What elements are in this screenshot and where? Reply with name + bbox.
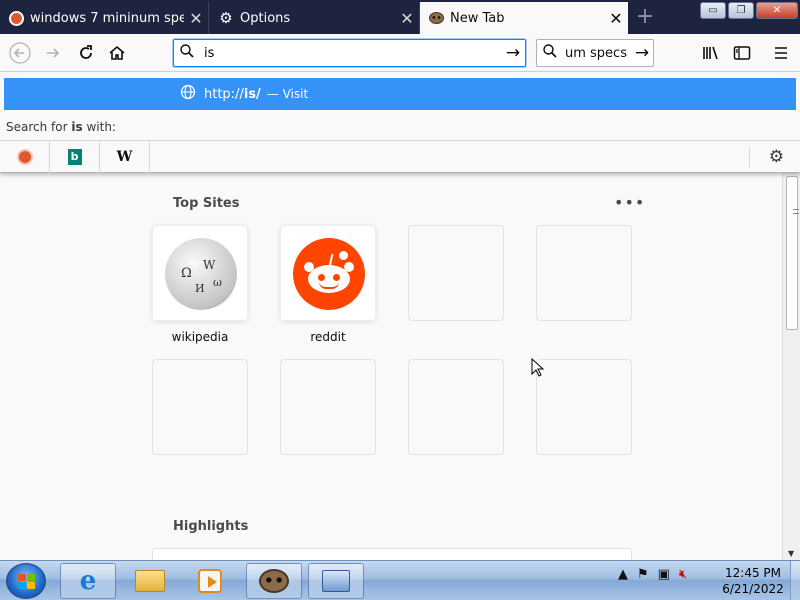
bing-engine-button[interactable]: b — [50, 141, 100, 173]
minimize-button[interactable]: ▭ — [700, 2, 726, 19]
raccoon-icon — [259, 569, 289, 593]
windows-logo-icon — [18, 574, 36, 590]
tab-windows-specs[interactable]: windows 7 mininum specs a ✕ — [0, 2, 209, 34]
top-site-reddit[interactable] — [280, 225, 376, 321]
search-icon — [174, 44, 198, 62]
wikipedia-globe-icon: Ω W И ω — [165, 238, 237, 310]
internet-explorer-icon: e — [79, 566, 97, 596]
more-options-icon[interactable]: ••• — [614, 193, 645, 212]
start-button[interactable] — [6, 563, 46, 599]
globe-icon — [180, 84, 200, 104]
suggestion-url: http://is/ — [204, 86, 261, 102]
wikipedia-engine-button[interactable]: W — [100, 141, 150, 173]
duckduckgo-engine-button[interactable] — [0, 141, 50, 173]
empty-site-slot — [152, 359, 248, 455]
suggestion-action: — Visit — [266, 87, 309, 101]
window-controls: ▭ ❐ ✕ — [700, 2, 798, 19]
media-player-icon — [198, 569, 222, 593]
one-off-search-engines: b W ⚙ — [0, 140, 800, 173]
empty-site-slot — [536, 225, 632, 321]
empty-site-slot — [408, 359, 504, 455]
close-window-button[interactable]: ✕ — [756, 2, 798, 19]
search-bar[interactable]: um specs → — [536, 39, 654, 67]
empty-site-slot — [280, 359, 376, 455]
control-panel-icon — [322, 570, 350, 592]
top-site-label[interactable]: wikipedia — [152, 330, 248, 344]
taskbar-control-panel[interactable] — [308, 563, 364, 599]
divider — [749, 147, 750, 167]
search-for-label: Search for is with: — [6, 120, 116, 134]
sidebar-icon[interactable] — [730, 41, 754, 65]
tab-options[interactable]: ⚙ Options ✕ — [210, 2, 420, 34]
home-icon[interactable] — [105, 41, 129, 65]
tab-label: New Tab — [450, 10, 505, 26]
highlight-card[interactable] — [152, 548, 632, 560]
tab-label: Options — [240, 10, 291, 26]
forward-arrow-icon[interactable] — [41, 41, 65, 65]
close-icon[interactable]: ✕ — [604, 9, 628, 28]
gear-icon: ⚙ — [219, 9, 233, 27]
reddit-icon — [293, 238, 365, 310]
url-input[interactable] — [198, 45, 501, 61]
mouse-cursor-icon — [531, 358, 545, 377]
vertical-scrollbar[interactable]: ▼ — [782, 173, 800, 560]
duckduckgo-icon — [16, 149, 33, 165]
wikipedia-icon: W — [116, 149, 133, 165]
folder-icon — [135, 570, 165, 592]
new-tab-page: Top Sites ••• Ω W И ω wikipedia reddit H… — [0, 173, 782, 560]
close-icon[interactable]: ✕ — [395, 9, 419, 28]
visit-suggestion[interactable]: http://is/ — Visit — [4, 78, 796, 110]
scrollbar-thumb[interactable] — [786, 176, 799, 330]
flag-icon[interactable]: ⚑ — [637, 567, 649, 582]
top-site-wikipedia[interactable]: Ω W И ω — [152, 225, 248, 321]
new-tab-plus-icon[interactable]: + — [634, 4, 656, 30]
taskbar-file-explorer[interactable] — [122, 563, 178, 599]
tab-new-tab[interactable]: New Tab ✕ — [420, 2, 628, 34]
reload-icon[interactable] — [74, 41, 98, 65]
gear-icon[interactable]: ⚙ — [769, 147, 784, 167]
maximize-button[interactable]: ❐ — [728, 2, 754, 19]
menu-icon[interactable] — [769, 41, 793, 65]
close-icon[interactable]: ✕ — [184, 9, 208, 28]
back-arrow-icon[interactable] — [8, 41, 32, 65]
duckduckgo-icon — [8, 10, 24, 26]
go-arrow-icon[interactable]: → — [631, 43, 653, 63]
scroll-down-icon[interactable]: ▼ — [788, 549, 794, 558]
chevron-up-icon[interactable]: ▲ — [618, 567, 628, 582]
empty-site-slot — [536, 359, 632, 455]
speaker-muted-icon[interactable]: 🔇︎ — [679, 567, 687, 582]
taskbar-media-player[interactable] — [182, 563, 238, 599]
autocomplete-popup: http://is/ — Visit Search for is with: b… — [0, 72, 800, 173]
taskbar-firefox[interactable] — [246, 563, 302, 599]
navigation-toolbar: → um specs → — [0, 34, 800, 72]
raccoon-icon — [428, 10, 444, 26]
clock[interactable]: 12:45 PM 6/21/2022 — [718, 565, 788, 597]
system-tray: ▲ ⚑ ▣ 🔇︎ — [618, 567, 687, 582]
search-icon — [537, 44, 559, 62]
top-site-label[interactable]: reddit — [280, 330, 376, 344]
top-sites-title: Top Sites — [173, 196, 240, 211]
network-icon[interactable]: ▣ — [658, 567, 670, 582]
highlights-title: Highlights — [173, 519, 249, 534]
url-bar[interactable]: → — [173, 39, 526, 67]
bing-icon: b — [67, 149, 82, 165]
show-desktop-button[interactable] — [790, 561, 800, 600]
clock-date: 6/21/2022 — [722, 582, 784, 596]
search-bar-value[interactable]: um specs — [559, 46, 631, 61]
empty-site-slot — [408, 225, 504, 321]
go-arrow-icon[interactable]: → — [501, 43, 525, 63]
library-icon[interactable] — [699, 41, 723, 65]
windows-taskbar: e ▲ ⚑ ▣ 🔇︎ 12:45 PM 6/21/2022 — [0, 560, 800, 600]
tab-label: windows 7 mininum specs a — [30, 10, 184, 26]
clock-time: 12:45 PM — [725, 566, 781, 580]
taskbar-internet-explorer[interactable]: e — [60, 563, 116, 599]
tab-strip: windows 7 mininum specs a ✕ ⚙ Options ✕ … — [0, 0, 800, 34]
